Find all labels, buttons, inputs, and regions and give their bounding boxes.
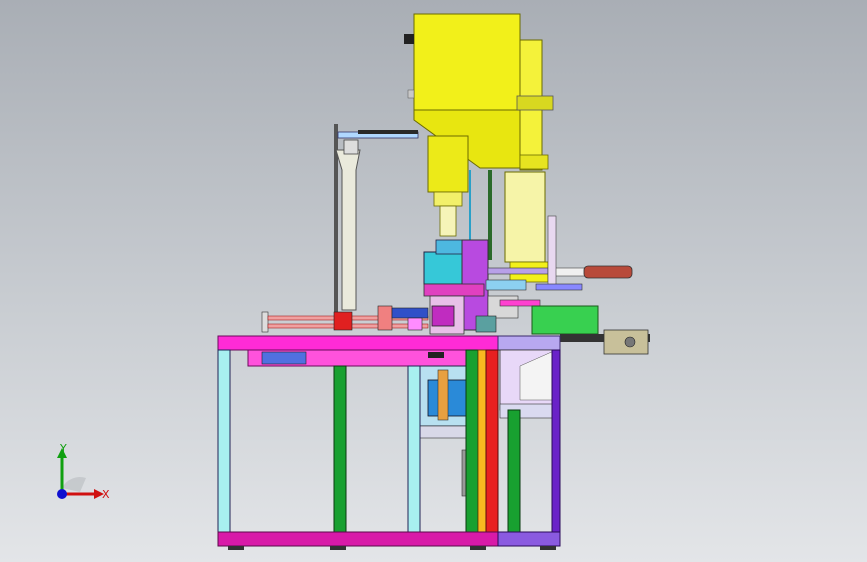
orientation-triad: X Y — [40, 440, 120, 510]
cad-viewport[interactable]: X Y — [0, 0, 867, 562]
base-frame[interactable] — [217, 531, 561, 550]
left-column[interactable] — [334, 124, 419, 324]
machine-model[interactable] — [0, 0, 867, 562]
y-axis-label: Y — [60, 442, 67, 455]
x-axis-label: X — [102, 488, 110, 501]
